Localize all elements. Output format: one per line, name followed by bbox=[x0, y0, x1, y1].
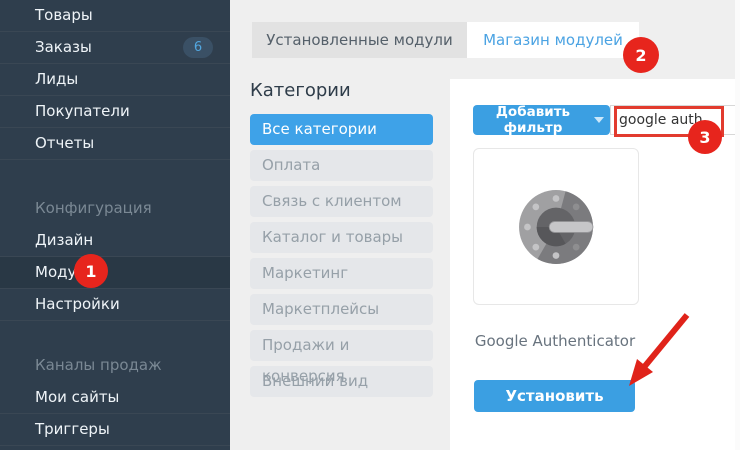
install-button[interactable]: Установить bbox=[474, 380, 635, 412]
sidebar-item-label: Мои сайты bbox=[35, 388, 119, 406]
sidebar-item-reports[interactable]: Отчеты bbox=[0, 128, 230, 160]
module-store-panel: Добавить фильтр Google Authenticator bbox=[450, 79, 740, 450]
scrollbar[interactable] bbox=[735, 0, 740, 450]
sidebar-item-triggers[interactable]: Триггеры bbox=[0, 414, 230, 446]
modules-tabs: Установленные модули Магазин модулей bbox=[252, 22, 639, 58]
sidebar-item-label: Дизайн bbox=[35, 231, 93, 249]
sidebar-item-label: Отчеты bbox=[35, 134, 94, 152]
sidebar-item-label: Триггеры bbox=[35, 420, 110, 438]
add-filter-button[interactable]: Добавить фильтр bbox=[473, 105, 610, 135]
tab-module-store[interactable]: Магазин модулей bbox=[467, 22, 639, 58]
tab-installed-modules[interactable]: Установленные модули bbox=[252, 22, 467, 58]
module-name: Google Authenticator bbox=[473, 332, 637, 350]
sidebar-item-label: Модули bbox=[35, 263, 96, 281]
sidebar-item-settings[interactable]: Настройки bbox=[0, 289, 230, 321]
category-payment[interactable]: Оплата bbox=[250, 150, 433, 181]
module-search-input[interactable] bbox=[610, 105, 740, 135]
sidebar-item-label: Настройки bbox=[35, 295, 120, 313]
section-label: Каналы продаж bbox=[35, 356, 162, 374]
chevron-down-icon bbox=[594, 117, 604, 123]
sidebar-item-customers[interactable]: Покупатели bbox=[0, 96, 230, 128]
module-card[interactable] bbox=[473, 148, 639, 305]
categories-panel: Категории Все категории Оплата Связь с к… bbox=[250, 80, 433, 402]
sidebar-section-sales-channels: Каналы продаж bbox=[0, 321, 230, 382]
sidebar-item-label: Лиды bbox=[35, 70, 78, 88]
sidebar-item-label: Товары bbox=[35, 6, 93, 24]
sidebar-item-label: Заказы bbox=[35, 38, 92, 56]
categories-title: Категории bbox=[250, 80, 433, 101]
category-catalog-products[interactable]: Каталог и товары bbox=[250, 222, 433, 253]
orders-count-badge: 6 bbox=[183, 37, 213, 58]
sidebar-item-products[interactable]: Товары bbox=[0, 0, 230, 32]
category-sales-conversion[interactable]: Продажи и конверсия bbox=[250, 330, 433, 361]
sidebar-item-label: Покупатели bbox=[35, 102, 130, 120]
section-label: Конфигурация bbox=[35, 199, 152, 217]
sidebar-item-leads[interactable]: Лиды bbox=[0, 64, 230, 96]
category-all[interactable]: Все категории bbox=[250, 114, 433, 145]
sidebar-section-configuration: Конфигурация bbox=[0, 160, 230, 225]
category-appearance[interactable]: Внешний вид bbox=[250, 366, 433, 397]
sidebar-item-modules[interactable]: Модули bbox=[0, 257, 230, 289]
category-marketing[interactable]: Маркетинг bbox=[250, 258, 433, 289]
sidebar: Товары Заказы 6 Лиды Покупатели Отчеты К… bbox=[0, 0, 230, 450]
modules-store-page: Товары Заказы 6 Лиды Покупатели Отчеты К… bbox=[0, 0, 740, 450]
sidebar-item-design[interactable]: Дизайн bbox=[0, 225, 230, 257]
category-client-communication[interactable]: Связь с клиентом bbox=[250, 186, 433, 217]
sidebar-item-orders[interactable]: Заказы 6 bbox=[0, 32, 230, 64]
add-filter-label: Добавить фильтр bbox=[479, 104, 587, 136]
sidebar-item-my-sites[interactable]: Мои сайты bbox=[0, 382, 230, 414]
google-authenticator-icon bbox=[514, 185, 598, 269]
category-marketplaces[interactable]: Маркетплейсы bbox=[250, 294, 433, 325]
